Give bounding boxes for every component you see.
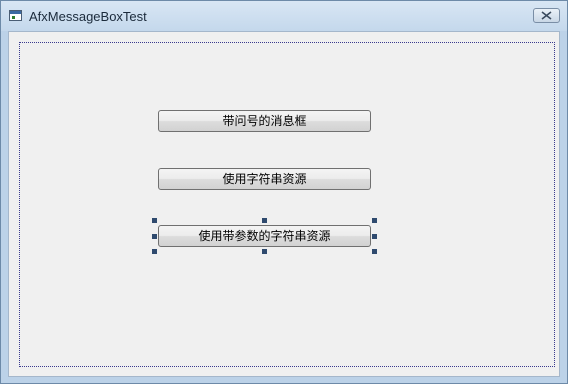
window-title: AfxMessageBoxTest [29, 9, 147, 24]
selection-handle-bottom-left[interactable] [152, 249, 157, 254]
selection-handle-middle-left[interactable] [152, 234, 157, 239]
dialog-template-frame [19, 42, 555, 367]
selection-handle-top-right[interactable] [372, 218, 377, 223]
string-resource-with-params-button[interactable]: 使用带参数的字符串资源 [158, 225, 371, 247]
selection-handle-bottom-middle[interactable] [262, 249, 267, 254]
application-window-icon [9, 10, 22, 21]
close-button[interactable] [533, 8, 560, 23]
app-window: AfxMessageBoxTest 带问号的消息框 使用字符串资源 使用带参数的… [0, 0, 568, 384]
string-resource-button[interactable]: 使用字符串资源 [158, 168, 371, 190]
selection-handle-middle-right[interactable] [372, 234, 377, 239]
selection-handle-top-middle[interactable] [262, 218, 267, 223]
selection-handle-bottom-right[interactable] [372, 249, 377, 254]
title-bar[interactable]: AfxMessageBoxTest [1, 1, 567, 31]
close-x-icon [541, 11, 552, 20]
question-messagebox-button[interactable]: 带问号的消息框 [158, 110, 371, 132]
dialog-client-area: 带问号的消息框 使用字符串资源 使用带参数的字符串资源 [8, 31, 560, 377]
selection-handle-top-left[interactable] [152, 218, 157, 223]
